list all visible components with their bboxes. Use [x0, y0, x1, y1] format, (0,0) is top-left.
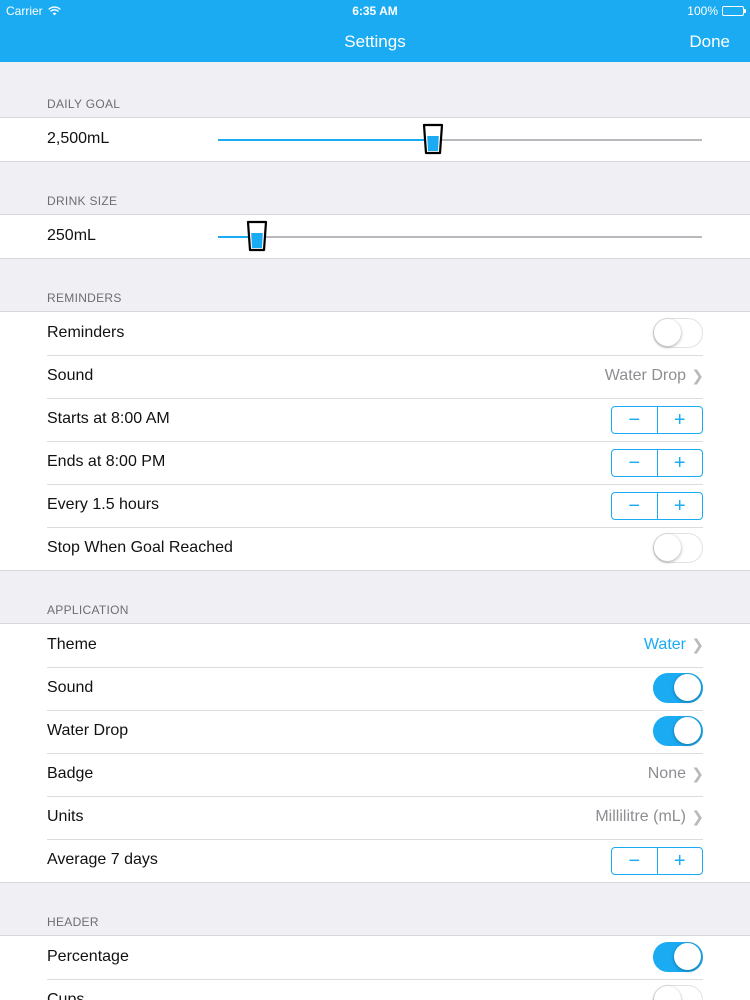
stop-when-goal-row: Stop When Goal Reached [0, 527, 750, 570]
cups-switch[interactable] [653, 985, 703, 1000]
cups-row: Cups [0, 979, 750, 1000]
ends-at-label: Ends at 8:00 PM [47, 453, 166, 470]
section-header-daily-goal: DAILY GOAL [47, 97, 121, 111]
done-button[interactable]: Done [689, 32, 730, 52]
average-row: Average 7 days − + [0, 839, 750, 882]
badge-label: Badge [47, 765, 94, 782]
water-drop-label: Water Drop [47, 722, 129, 739]
every-plus-button[interactable]: + [656, 493, 703, 519]
daily-goal-value: 2,500mL [47, 130, 110, 147]
chevron-right-icon: ❯ [691, 809, 704, 826]
water-drop-row: Water Drop [0, 710, 750, 753]
chevron-right-icon: ❯ [691, 766, 704, 783]
chevron-right-icon: ❯ [691, 637, 704, 654]
drink-size-value: 250mL [47, 227, 96, 244]
drink-size-row: 250mL [0, 215, 750, 258]
reminders-toggle-row: Reminders [0, 312, 750, 355]
battery-percent: 100% [687, 4, 718, 18]
battery: 100% [687, 4, 746, 18]
every-label: Every 1.5 hours [47, 496, 160, 513]
ends-at-minus-button[interactable]: − [612, 450, 657, 476]
stop-when-goal-switch[interactable] [653, 533, 703, 563]
status-bar: Carrier 6:35 AM 100% [0, 0, 750, 22]
page-title: Settings [344, 32, 406, 51]
daily-goal-slider[interactable] [218, 123, 702, 155]
theme-label: Theme [47, 636, 97, 653]
chevron-right-icon: ❯ [691, 368, 704, 385]
ends-at-stepper: − + [611, 449, 703, 477]
section-header-application: APPLICATION [47, 603, 129, 617]
header-group: Percentage Cups [0, 935, 750, 1000]
reminders-group: Reminders Sound Water Drop ❯ Starts at 8… [0, 311, 750, 571]
percentage-label: Percentage [47, 948, 129, 965]
starts-at-row: Starts at 8:00 AM − + [0, 398, 750, 441]
reminders-sound-row[interactable]: Sound Water Drop ❯ [0, 355, 750, 398]
daily-goal-row: 2,500mL [0, 118, 750, 161]
units-value: Millilitre (mL) [595, 808, 686, 825]
daily-goal-slider-fill [218, 139, 433, 141]
theme-value: Water [643, 636, 686, 653]
stop-when-goal-label: Stop When Goal Reached [47, 539, 233, 556]
average-label: Average 7 days [47, 851, 158, 868]
ends-at-plus-button[interactable]: + [656, 450, 703, 476]
units-label: Units [47, 808, 84, 825]
app-sound-row: Sound [0, 667, 750, 710]
battery-icon [722, 6, 746, 16]
reminders-sound-value: Water Drop [604, 367, 686, 384]
nav-bar: Settings Done [0, 22, 750, 62]
starts-at-stepper: − + [611, 406, 703, 434]
drink-size-group: 250mL [0, 214, 750, 259]
percentage-switch[interactable] [653, 942, 703, 972]
app-sound-switch[interactable] [653, 673, 703, 703]
average-plus-button[interactable]: + [656, 848, 703, 874]
application-group: Theme Water ❯ Sound Water Drop Badge Non… [0, 623, 750, 883]
starts-at-label: Starts at 8:00 AM [47, 410, 170, 427]
reminders-switch[interactable] [653, 318, 703, 348]
every-minus-button[interactable]: − [612, 493, 657, 519]
daily-goal-group: 2,500mL [0, 117, 750, 162]
drink-size-slider[interactable] [218, 220, 702, 252]
app-sound-label: Sound [47, 679, 94, 696]
every-row: Every 1.5 hours − + [0, 484, 750, 527]
starts-at-minus-button[interactable]: − [612, 407, 657, 433]
reminders-label: Reminders [47, 324, 125, 341]
starts-at-plus-button[interactable]: + [656, 407, 703, 433]
ends-at-row: Ends at 8:00 PM − + [0, 441, 750, 484]
cup-icon[interactable] [422, 123, 444, 155]
section-header-header: HEADER [47, 915, 99, 929]
percentage-row: Percentage [0, 936, 750, 979]
every-stepper: − + [611, 492, 703, 520]
badge-value: None [647, 765, 686, 782]
units-row[interactable]: Units Millilitre (mL) ❯ [0, 796, 750, 839]
cups-label: Cups [47, 991, 85, 1000]
theme-row[interactable]: Theme Water ❯ [0, 624, 750, 667]
cup-icon[interactable] [246, 220, 268, 252]
water-drop-switch[interactable] [653, 716, 703, 746]
status-time: 6:35 AM [352, 4, 398, 18]
section-header-drink-size: DRINK SIZE [47, 194, 118, 208]
section-header-reminders: REMINDERS [47, 291, 122, 305]
reminders-sound-label: Sound [47, 367, 94, 384]
badge-row[interactable]: Badge None ❯ [0, 753, 750, 796]
average-stepper: − + [611, 847, 703, 875]
average-minus-button[interactable]: − [612, 848, 657, 874]
